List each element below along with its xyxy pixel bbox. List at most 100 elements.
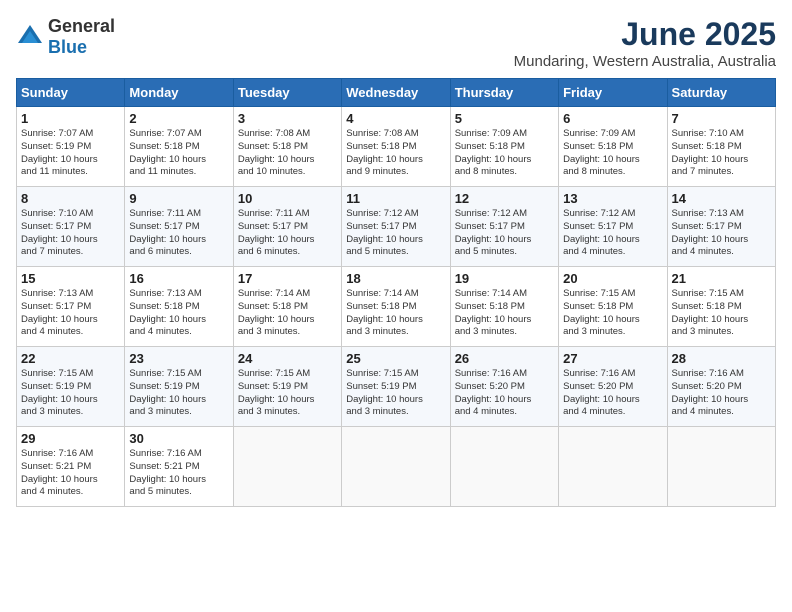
calendar-cell: 23 Sunrise: 7:15 AMSunset: 5:19 PMDayligh… xyxy=(125,347,233,427)
day-number: 10 xyxy=(238,191,337,206)
day-number: 21 xyxy=(672,271,771,286)
calendar-cell: 14 Sunrise: 7:13 AMSunset: 5:17 PMDayligh… xyxy=(667,187,775,267)
weekday-header-saturday: Saturday xyxy=(667,79,775,107)
day-info: Sunrise: 7:14 AMSunset: 5:18 PMDaylight:… xyxy=(346,288,445,339)
day-number: 3 xyxy=(238,111,337,126)
calendar-week-row: 15 Sunrise: 7:13 AMSunset: 5:17 PMDayligh… xyxy=(17,267,776,347)
day-info: Sunrise: 7:07 AMSunset: 5:18 PMDaylight:… xyxy=(129,128,228,179)
day-info: Sunrise: 7:12 AMSunset: 5:17 PMDaylight:… xyxy=(563,208,662,259)
day-info: Sunrise: 7:11 AMSunset: 5:17 PMDaylight:… xyxy=(238,208,337,259)
day-number: 29 xyxy=(21,431,120,446)
day-number: 22 xyxy=(21,351,120,366)
day-number: 24 xyxy=(238,351,337,366)
title-area: June 2025 Mundaring, Western Australia, … xyxy=(514,16,776,70)
logo: General Blue xyxy=(16,16,115,58)
day-info: Sunrise: 7:07 AMSunset: 5:19 PMDaylight:… xyxy=(21,128,120,179)
calendar-cell: 5 Sunrise: 7:09 AMSunset: 5:18 PMDaylight… xyxy=(450,107,558,187)
day-info: Sunrise: 7:13 AMSunset: 5:17 PMDaylight:… xyxy=(672,208,771,259)
weekday-header-friday: Friday xyxy=(559,79,667,107)
day-number: 26 xyxy=(455,351,554,366)
day-info: Sunrise: 7:15 AMSunset: 5:18 PMDaylight:… xyxy=(672,288,771,339)
calendar-cell: 7 Sunrise: 7:10 AMSunset: 5:18 PMDaylight… xyxy=(667,107,775,187)
day-info: Sunrise: 7:11 AMSunset: 5:17 PMDaylight:… xyxy=(129,208,228,259)
calendar-week-row: 1 Sunrise: 7:07 AMSunset: 5:19 PMDaylight… xyxy=(17,107,776,187)
calendar-cell: 4 Sunrise: 7:08 AMSunset: 5:18 PMDaylight… xyxy=(342,107,450,187)
day-number: 9 xyxy=(129,191,228,206)
calendar-subtitle: Mundaring, Western Australia, Australia xyxy=(514,53,776,70)
day-number: 2 xyxy=(129,111,228,126)
logo-icon xyxy=(16,23,44,51)
day-info: Sunrise: 7:15 AMSunset: 5:19 PMDaylight:… xyxy=(238,368,337,419)
day-info: Sunrise: 7:15 AMSunset: 5:19 PMDaylight:… xyxy=(129,368,228,419)
day-number: 4 xyxy=(346,111,445,126)
calendar-cell: 26 Sunrise: 7:16 AMSunset: 5:20 PMDayligh… xyxy=(450,347,558,427)
day-info: Sunrise: 7:15 AMSunset: 5:18 PMDaylight:… xyxy=(563,288,662,339)
calendar-cell: 16 Sunrise: 7:13 AMSunset: 5:18 PMDayligh… xyxy=(125,267,233,347)
day-number: 12 xyxy=(455,191,554,206)
day-info: Sunrise: 7:16 AMSunset: 5:20 PMDaylight:… xyxy=(455,368,554,419)
day-number: 23 xyxy=(129,351,228,366)
day-info: Sunrise: 7:16 AMSunset: 5:20 PMDaylight:… xyxy=(563,368,662,419)
calendar-cell: 11 Sunrise: 7:12 AMSunset: 5:17 PMDayligh… xyxy=(342,187,450,267)
calendar-cell xyxy=(667,427,775,507)
calendar-cell: 30Sunrise: 7:16 AMSunset: 5:21 PMDayligh… xyxy=(125,427,233,507)
calendar-cell: 12 Sunrise: 7:12 AMSunset: 5:17 PMDayligh… xyxy=(450,187,558,267)
page-header: General Blue June 2025 Mundaring, Wester… xyxy=(16,16,776,70)
day-info: Sunrise: 7:15 AMSunset: 5:19 PMDaylight:… xyxy=(346,368,445,419)
logo-blue: Blue xyxy=(48,37,87,57)
day-number: 20 xyxy=(563,271,662,286)
calendar-table: SundayMondayTuesdayWednesdayThursdayFrid… xyxy=(16,78,776,507)
day-number: 27 xyxy=(563,351,662,366)
calendar-cell xyxy=(342,427,450,507)
day-info: Sunrise: 7:14 AMSunset: 5:18 PMDaylight:… xyxy=(238,288,337,339)
calendar-cell: 28 Sunrise: 7:16 AMSunset: 5:20 PMDayligh… xyxy=(667,347,775,427)
calendar-week-row: 22 Sunrise: 7:15 AMSunset: 5:19 PMDayligh… xyxy=(17,347,776,427)
calendar-cell: 13 Sunrise: 7:12 AMSunset: 5:17 PMDayligh… xyxy=(559,187,667,267)
calendar-cell: 20 Sunrise: 7:15 AMSunset: 5:18 PMDayligh… xyxy=(559,267,667,347)
calendar-cell: 22Sunrise: 7:15 AMSunset: 5:19 PMDayligh… xyxy=(17,347,125,427)
calendar-cell: 18Sunrise: 7:14 AMSunset: 5:18 PMDayligh… xyxy=(342,267,450,347)
day-number: 8 xyxy=(21,191,120,206)
day-info: Sunrise: 7:12 AMSunset: 5:17 PMDaylight:… xyxy=(346,208,445,259)
day-number: 11 xyxy=(346,191,445,206)
day-info: Sunrise: 7:16 AMSunset: 5:20 PMDaylight:… xyxy=(672,368,771,419)
day-number: 13 xyxy=(563,191,662,206)
calendar-cell: 29Sunrise: 7:16 AMSunset: 5:21 PMDayligh… xyxy=(17,427,125,507)
logo-general: General xyxy=(48,16,115,36)
calendar-week-row: 8 Sunrise: 7:10 AMSunset: 5:17 PMDaylight… xyxy=(17,187,776,267)
day-number: 5 xyxy=(455,111,554,126)
calendar-cell: 15 Sunrise: 7:13 AMSunset: 5:17 PMDayligh… xyxy=(17,267,125,347)
day-number: 19 xyxy=(455,271,554,286)
day-number: 28 xyxy=(672,351,771,366)
day-info: Sunrise: 7:10 AMSunset: 5:18 PMDaylight:… xyxy=(672,128,771,179)
day-info: Sunrise: 7:10 AMSunset: 5:17 PMDaylight:… xyxy=(21,208,120,259)
day-info: Sunrise: 7:13 AMSunset: 5:17 PMDaylight:… xyxy=(21,288,120,339)
weekday-header-row: SundayMondayTuesdayWednesdayThursdayFrid… xyxy=(17,79,776,107)
day-number: 17 xyxy=(238,271,337,286)
weekday-header-tuesday: Tuesday xyxy=(233,79,341,107)
day-info: Sunrise: 7:12 AMSunset: 5:17 PMDaylight:… xyxy=(455,208,554,259)
calendar-cell: 10 Sunrise: 7:11 AMSunset: 5:17 PMDayligh… xyxy=(233,187,341,267)
calendar-cell: 24 Sunrise: 7:15 AMSunset: 5:19 PMDayligh… xyxy=(233,347,341,427)
calendar-cell: 21 Sunrise: 7:15 AMSunset: 5:18 PMDayligh… xyxy=(667,267,775,347)
day-info: Sunrise: 7:09 AMSunset: 5:18 PMDaylight:… xyxy=(455,128,554,179)
day-info: Sunrise: 7:08 AMSunset: 5:18 PMDaylight:… xyxy=(346,128,445,179)
day-number: 16 xyxy=(129,271,228,286)
weekday-header-wednesday: Wednesday xyxy=(342,79,450,107)
day-number: 6 xyxy=(563,111,662,126)
day-number: 7 xyxy=(672,111,771,126)
calendar-cell: 25 Sunrise: 7:15 AMSunset: 5:19 PMDayligh… xyxy=(342,347,450,427)
day-number: 15 xyxy=(21,271,120,286)
weekday-header-sunday: Sunday xyxy=(17,79,125,107)
day-number: 1 xyxy=(21,111,120,126)
day-number: 25 xyxy=(346,351,445,366)
calendar-cell xyxy=(233,427,341,507)
weekday-header-monday: Monday xyxy=(125,79,233,107)
calendar-cell: 3Sunrise: 7:08 AMSunset: 5:18 PMDaylight… xyxy=(233,107,341,187)
calendar-title: June 2025 xyxy=(514,16,776,53)
calendar-cell xyxy=(450,427,558,507)
day-number: 14 xyxy=(672,191,771,206)
day-info: Sunrise: 7:13 AMSunset: 5:18 PMDaylight:… xyxy=(129,288,228,339)
calendar-cell: 17 Sunrise: 7:14 AMSunset: 5:18 PMDayligh… xyxy=(233,267,341,347)
weekday-header-thursday: Thursday xyxy=(450,79,558,107)
